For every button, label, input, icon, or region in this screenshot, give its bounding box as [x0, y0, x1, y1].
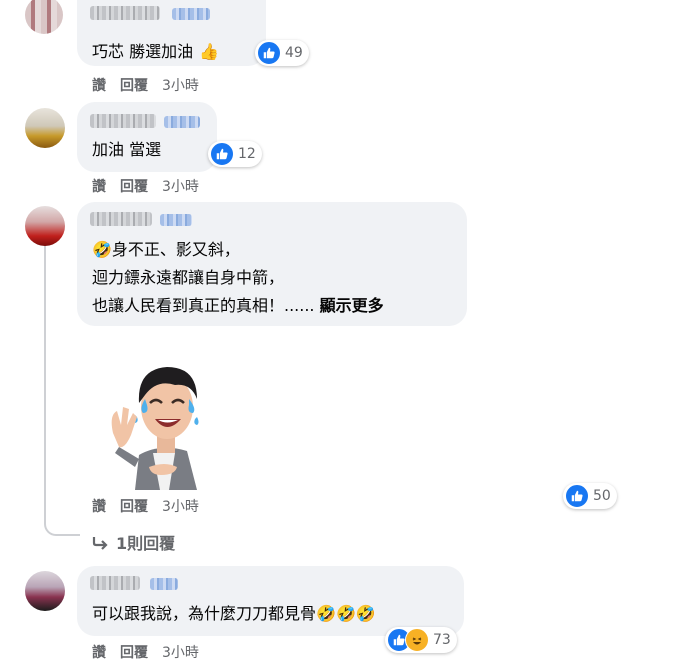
- reply-arrow-icon: [92, 535, 110, 554]
- view-replies-link[interactable]: 1則回覆: [92, 530, 175, 554]
- laughing-avatar-sticker[interactable]: [105, 355, 215, 490]
- commenter-avatar[interactable]: [25, 206, 65, 246]
- like-count: 49: [285, 45, 303, 61]
- timestamp[interactable]: 3小時: [162, 499, 199, 515]
- comment-text: 可以跟我說，為什麼刀刀都見骨🤣🤣🤣: [92, 602, 376, 626]
- thread-line-curve: [44, 510, 80, 536]
- comment-actions: 讚回覆 3小時: [92, 642, 213, 662]
- comment-actions: 讚回覆 3小時: [92, 176, 213, 196]
- like-button[interactable]: 讚: [92, 179, 106, 195]
- laughing-emoji: 🤣: [92, 240, 112, 259]
- commenter-name[interactable]: [90, 576, 140, 590]
- thumbs-up-icon: [210, 142, 234, 166]
- comment-text-line-3: 也讓人民看到真正的真相！...... 顯示更多: [92, 296, 384, 315]
- comment-text: 加油 當選: [92, 140, 162, 159]
- commenter-badge: [150, 578, 178, 590]
- like-button[interactable]: 讚: [92, 499, 106, 515]
- comment-text: 巧芯 勝選加油 👍: [92, 40, 219, 64]
- see-more-link[interactable]: 顯示更多: [320, 296, 384, 315]
- thumbs-up-icon: [565, 484, 589, 508]
- commenter-badge: [164, 116, 200, 128]
- like-count: 12: [238, 146, 256, 162]
- commenter-avatar[interactable]: [25, 0, 63, 34]
- like-button[interactable]: 讚: [92, 645, 106, 661]
- timestamp[interactable]: 3小時: [162, 78, 199, 94]
- like-count: 50: [593, 488, 611, 504]
- reply-button[interactable]: 回覆: [120, 499, 148, 515]
- comment-text-line-1: 🤣身不正、影又斜，: [92, 240, 240, 259]
- reply-button[interactable]: 回覆: [120, 179, 148, 195]
- comment-actions: 讚回覆 3小時: [92, 75, 213, 95]
- thumbs-up-emoji: 👍: [199, 42, 220, 61]
- commenter-avatar[interactable]: [25, 571, 65, 611]
- laughing-face-icon: [405, 628, 429, 652]
- thumbs-up-icon: [257, 41, 281, 65]
- reaction-count[interactable]: 50: [563, 483, 617, 509]
- commenter-badge: [160, 214, 192, 226]
- reaction-count[interactable]: 12: [208, 141, 262, 167]
- like-count: 73: [433, 632, 451, 648]
- commenter-name[interactable]: [90, 114, 156, 128]
- comment-text-body: 可以跟我說，為什麼刀刀都見骨: [92, 604, 317, 623]
- commenter-name[interactable]: [90, 6, 160, 20]
- comment-text-line-2: 迴力鏢永遠都讓自身中箭，: [92, 268, 285, 287]
- timestamp[interactable]: 3小時: [162, 179, 199, 195]
- comment-text-body: 巧芯 勝選加油: [92, 42, 194, 61]
- laughing-emoji: 🤣🤣🤣: [316, 604, 376, 623]
- commenter-avatar[interactable]: [25, 108, 65, 148]
- thread-line: [44, 246, 46, 524]
- reply-button[interactable]: 回覆: [120, 645, 148, 661]
- commenter-badge: [172, 8, 210, 20]
- comment-actions: 讚回覆 3小時: [92, 496, 213, 516]
- reply-button[interactable]: 回覆: [120, 78, 148, 94]
- commenter-name[interactable]: [90, 212, 152, 226]
- timestamp[interactable]: 3小時: [162, 645, 199, 661]
- reaction-count[interactable]: 49: [255, 40, 309, 66]
- reaction-count[interactable]: 73: [385, 627, 457, 653]
- like-button[interactable]: 讚: [92, 78, 106, 94]
